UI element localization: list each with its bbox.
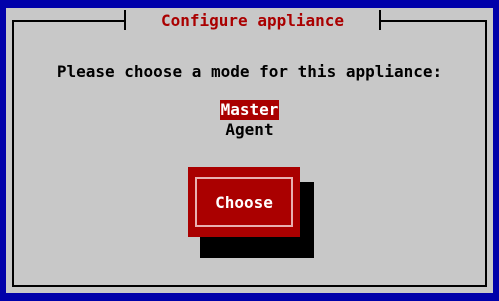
configure-appliance-dialog: Configure appliance Please choose a mode… (6, 8, 493, 293)
choose-button[interactable]: Choose (188, 167, 300, 237)
choose-button-label: Choose (195, 177, 293, 227)
mode-option-master[interactable]: Master (219, 100, 280, 120)
dialog-title: Configure appliance (160, 10, 345, 30)
mode-list: Master Agent (6, 100, 493, 140)
frame-top-left-line (12, 20, 125, 22)
title-left-tick (124, 10, 126, 30)
dialog-title-bar: Configure appliance (124, 8, 381, 32)
mode-option-agent[interactable]: Agent (224, 120, 274, 140)
title-right-tick (379, 10, 381, 30)
frame-top-right-line (380, 20, 487, 22)
mode-prompt: Please choose a mode for this appliance: (56, 62, 443, 81)
